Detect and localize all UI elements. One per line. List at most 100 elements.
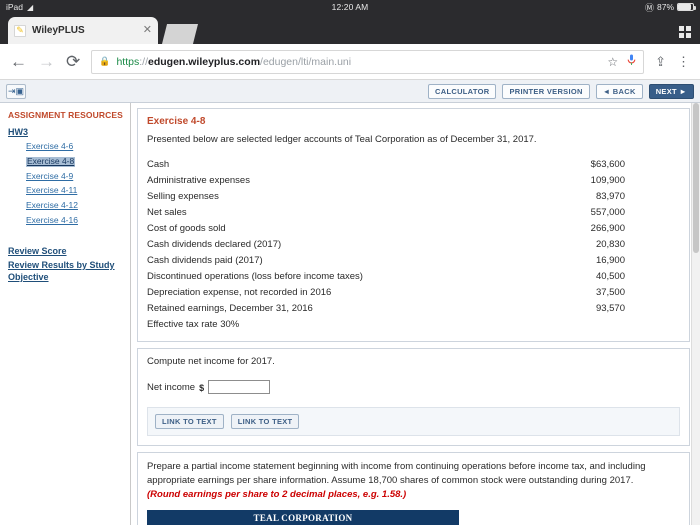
url-text: https://edugen.wileyplus.com/edugen/lti/… — [116, 56, 351, 68]
table-row: Cash dividends declared (2017) 20,830 — [147, 236, 680, 252]
address-bar-actions: ☆ — [607, 54, 636, 69]
part-b-card: Prepare a partial income statement begin… — [137, 452, 690, 525]
table-row: Net sales 557,000 — [147, 204, 680, 220]
ledger-account-name: Cash dividends declared (2017) — [147, 238, 282, 250]
sidebar-item-exercise-4-16[interactable]: Exercise 4-16 — [26, 215, 78, 226]
sidebar-exercise-list: Exercise 4-6 Exercise 4-8 Exercise 4-9 E… — [8, 141, 130, 231]
menu-icon[interactable]: ⋮ — [677, 55, 690, 68]
ipad-browser-screen: iPad ◢ 12:20 AM Ⓜ 87% ✎ WileyPLUS ✕ ← → … — [0, 0, 700, 525]
ledger-account-name: Depreciation expense, not recorded in 20… — [147, 286, 332, 298]
share-icon[interactable]: ⇪ — [655, 55, 666, 68]
ledger-amount: 37,500 — [595, 286, 625, 298]
ledger-account-name: Discontinued operations (loss before inc… — [147, 270, 363, 282]
sidebar-item-exercise-4-12[interactable]: Exercise 4-12 — [26, 200, 78, 211]
address-bar[interactable]: 🔒 https://edugen.wileyplus.com/edugen/lt… — [91, 49, 645, 74]
ios-status-bar: iPad ◢ 12:20 AM Ⓜ 87% — [0, 0, 700, 14]
lock-icon: 🔒 — [99, 56, 111, 66]
table-row: Administrative expenses 109,900 — [147, 172, 680, 188]
ledger-amount: 83,970 — [595, 190, 625, 202]
battery-percent-label: 87% — [656, 2, 674, 12]
part-b-instruction: Prepare a partial income statement begin… — [147, 460, 680, 501]
next-button[interactable]: NEXT ► — [648, 83, 694, 99]
ledger-account-name: Administrative expenses — [147, 174, 250, 186]
table-row: Selling expenses 83,970 — [147, 188, 680, 204]
rounding-note: (Round earnings per share to 2 decimal p… — [147, 488, 407, 500]
toolbar-actions: CALCULATOR PRINTER VERSION ◄ BACK NEXT ► — [428, 83, 694, 99]
ledger-amount: 16,900 — [595, 254, 625, 266]
net-income-answer-row: Net income $ — [147, 380, 680, 394]
sidebar-footer-links: Review Score Review Results by Study Obj… — [8, 245, 130, 283]
link-to-text-button-2[interactable]: LINK TO TEXT — [230, 414, 300, 429]
sidebar-item-review-results[interactable]: Review Results by Study Objective — [8, 259, 130, 283]
browser-tab-strip: ✎ WileyPLUS ✕ — [0, 14, 700, 44]
ledger-amount: 40,500 — [595, 270, 625, 282]
back-button[interactable]: ◄ BACK — [595, 83, 643, 99]
exercise-content: Exercise 4-8 Presented below are selecte… — [131, 103, 700, 525]
ledger-amount: 109,900 — [590, 174, 625, 186]
sidebar-group-hw3[interactable]: HW3 — [8, 127, 130, 137]
sidebar-item-exercise-4-6[interactable]: Exercise 4-6 — [26, 141, 73, 152]
sidebar-item-review-score[interactable]: Review Score — [8, 245, 130, 257]
sidebar-heading: ASSIGNMENT RESOURCES — [8, 110, 123, 120]
sidebar-item-exercise-4-9[interactable]: Exercise 4-9 — [26, 171, 73, 182]
mic-glyph — [627, 54, 636, 65]
assignment-resources-sidebar: ASSIGNMENT RESOURCES HW3 Exercise 4-6 Ex… — [0, 103, 131, 525]
status-bar-right: Ⓜ 87% — [645, 1, 696, 14]
net-income-label: Net income — [147, 381, 196, 393]
sidebar-item-exercise-4-11[interactable]: Exercise 4-11 — [26, 186, 77, 196]
clock: 12:20 AM — [331, 2, 369, 12]
ledger-amount: 93,570 — [595, 302, 625, 314]
reload-icon[interactable]: ⟳ — [66, 53, 80, 70]
tab-title: WileyPLUS — [32, 25, 85, 36]
part-b-instruction-text: Prepare a partial income statement begin… — [147, 461, 646, 486]
table-row: Depreciation expense, not recorded in 20… — [147, 284, 680, 300]
browser-toolbar: ← → ⟳ 🔒 https://edugen.wileyplus.com/edu… — [0, 44, 700, 80]
battery-icon — [677, 3, 696, 11]
exercise-intro-text: Presented below are selected ledger acco… — [147, 134, 537, 145]
ledger-amount — [510, 316, 680, 332]
ledger-accounts-table: Cash $63,600 Administrative expenses 109… — [147, 156, 680, 332]
printer-version-button[interactable]: PRINTER VERSION — [502, 83, 590, 99]
close-icon[interactable]: ✕ — [143, 25, 152, 36]
url-separator: :// — [139, 55, 148, 68]
part-a-card: Compute net income for 2017. Net income … — [137, 348, 690, 446]
scrollbar-thumb[interactable] — [693, 103, 699, 253]
link-to-text-button-1[interactable]: LINK TO TEXT — [155, 414, 224, 429]
part-a-question: Compute net income for 2017. — [147, 356, 275, 367]
forward-icon[interactable]: → — [38, 53, 55, 70]
ledger-account-name: Cash dividends paid (2017) — [147, 254, 263, 266]
net-income-input[interactable] — [208, 380, 271, 394]
ledger-amount: 20,830 — [595, 238, 625, 250]
ledger-account-name: Cost of goods sold — [147, 222, 226, 234]
wileyplus-toolbar: ⇥▣ CALCULATOR PRINTER VERSION ◄ BACK NEX… — [0, 80, 700, 103]
table-row: Cost of goods sold 266,900 — [147, 220, 680, 236]
table-row: Retained earnings, December 31, 2016 93,… — [147, 300, 680, 316]
ledger-account-name: Net sales — [147, 206, 187, 218]
ledger-amount: 266,900 — [590, 222, 625, 234]
new-tab-icon[interactable] — [162, 24, 198, 44]
collapse-panel-icon[interactable]: ⇥▣ — [6, 83, 26, 99]
url-host: edugen.wileyplus.com — [148, 55, 261, 68]
ledger-amount: $63,600 — [590, 158, 625, 170]
browser-tab-wileyplus[interactable]: ✎ WileyPLUS ✕ — [8, 17, 158, 44]
mic-icon[interactable] — [627, 54, 636, 69]
back-icon[interactable]: ← — [10, 53, 27, 70]
ledger-account-name: Effective tax rate 30% — [147, 318, 240, 330]
calculator-button[interactable]: CALCULATOR — [428, 83, 497, 99]
ledger-account-name: Cash — [147, 158, 170, 170]
table-row: Cash $63,600 — [147, 156, 680, 172]
url-path: /edugen/lti/main.uni — [260, 55, 352, 68]
statement-company-name: TEAL CORPORATION — [253, 513, 353, 524]
table-row: Discontinued operations (loss before inc… — [147, 268, 680, 284]
ledger-table-body: Cash $63,600 Administrative expenses 109… — [147, 156, 680, 332]
bookmark-star-icon[interactable]: ☆ — [607, 55, 618, 69]
vertical-scrollbar[interactable] — [691, 103, 700, 525]
ledger-account-name: Selling expenses — [147, 190, 219, 202]
sidebar-item-exercise-4-8[interactable]: Exercise 4-8 — [26, 156, 76, 167]
tab-grid-icon[interactable] — [679, 26, 691, 38]
income-statement-header: TEAL CORPORATION Income Statement — [147, 510, 459, 525]
table-row: Cash dividends paid (2017) 16,900 — [147, 252, 680, 268]
ledger-account-name: Retained earnings, December 31, 2016 — [147, 302, 313, 314]
link-to-text-bar: LINK TO TEXT LINK TO TEXT — [147, 407, 680, 436]
page-body: ASSIGNMENT RESOURCES HW3 Exercise 4-6 Ex… — [0, 103, 700, 525]
